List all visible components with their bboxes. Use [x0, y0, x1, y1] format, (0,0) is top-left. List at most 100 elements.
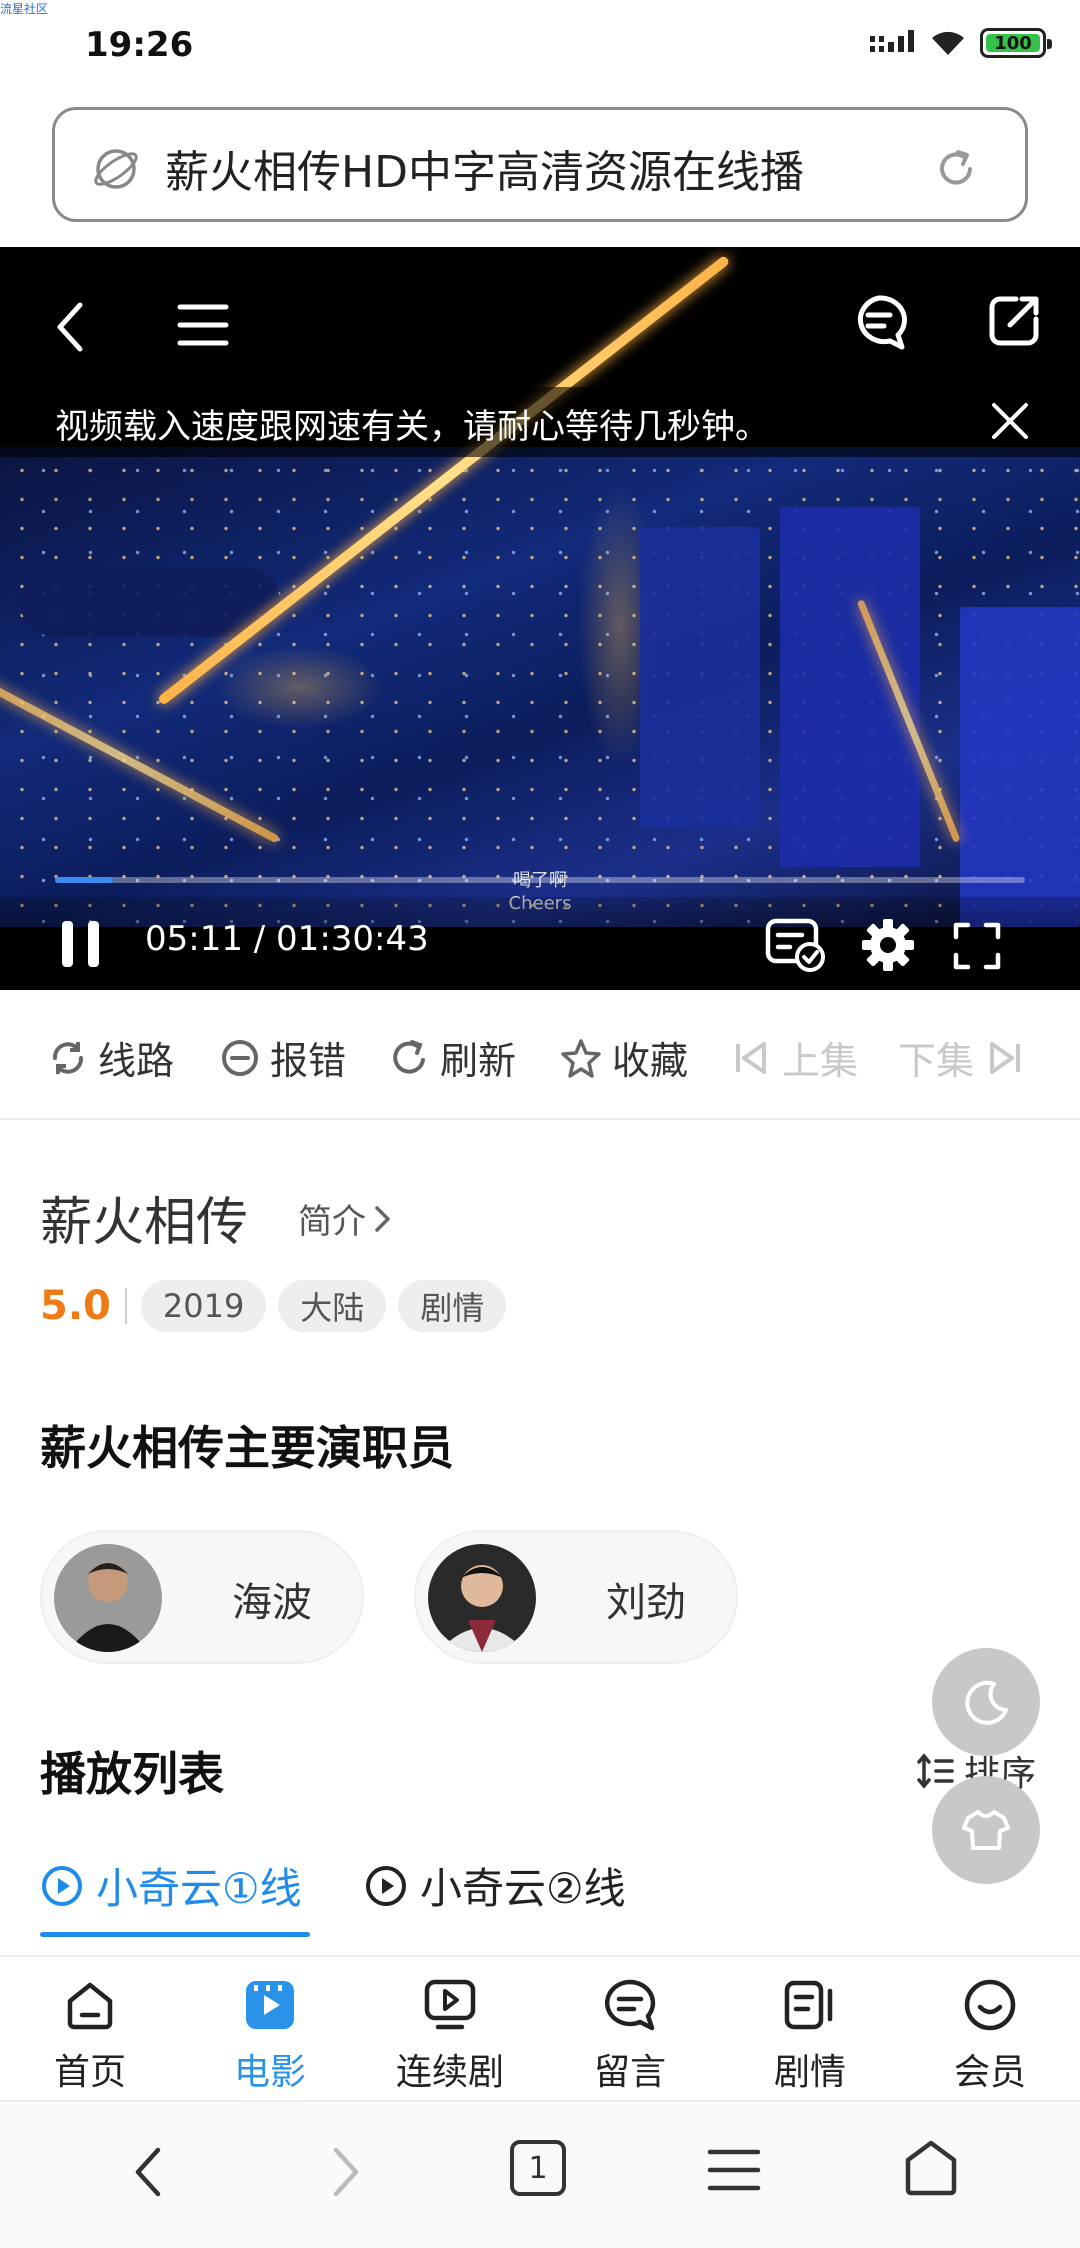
nav-plot[interactable]: 剧情	[735, 1977, 885, 2095]
video-frame[interactable]	[0, 254, 1080, 927]
intro-link[interactable]: 简介	[298, 1194, 394, 1243]
browser-forward-icon[interactable]	[326, 2142, 366, 2202]
playlist-heading: 播放列表	[40, 1747, 224, 1801]
pause-icon[interactable]	[58, 917, 104, 971]
refresh-button[interactable]: 刷新	[390, 1030, 516, 1085]
actor-card[interactable]: 刘劲	[414, 1530, 738, 1664]
route-button[interactable]: 线路	[48, 1030, 174, 1085]
movie-title: 薪火相传	[40, 1193, 249, 1253]
actor-name: 刘劲	[606, 1580, 686, 1626]
play-time: 05:11 / 01:30:43	[145, 919, 429, 959]
route-icon	[53, 1041, 83, 1074]
message-icon	[604, 1979, 656, 2031]
source-tab[interactable]: 小奇云①线	[40, 1855, 302, 1916]
intro-label: 简介	[298, 1202, 366, 1242]
tag-genre[interactable]: 剧情	[398, 1280, 507, 1332]
browser-back-icon[interactable]	[128, 2142, 168, 2202]
nav-member[interactable]: 会员	[915, 1977, 1065, 2095]
subtitle-settings-icon[interactable]	[764, 917, 826, 973]
status-icons: 100	[870, 28, 1052, 58]
address-bar[interactable]: 薪火相传HD中字高清资源在线播	[52, 107, 1028, 222]
battery-icon: 100	[980, 28, 1052, 58]
plot-icon	[784, 1980, 833, 2030]
shirt-icon	[962, 1810, 1010, 1850]
nav-label: 电影	[233, 2052, 306, 2093]
nav-label: 剧情	[773, 2052, 846, 2093]
fullscreen-icon[interactable]	[952, 921, 1002, 971]
moon-icon	[965, 1680, 1008, 1725]
chevron-right-icon	[375, 1205, 390, 1232]
battery-level: 100	[994, 32, 1032, 54]
comment-icon[interactable]	[850, 293, 908, 351]
browser-menu-icon[interactable]	[706, 2146, 762, 2194]
play-circle-icon	[42, 1865, 82, 1906]
player-actions: 线路 报错 刷新 收藏 上集 下集	[0, 990, 1080, 1120]
tabs-button[interactable]: 1	[510, 2140, 566, 2196]
tab-count: 1	[528, 2150, 548, 2186]
back-icon[interactable]	[50, 297, 90, 357]
player-top-bar	[0, 247, 1080, 387]
nav-home[interactable]: 首页	[15, 1977, 165, 2095]
star-icon	[561, 1038, 601, 1078]
actor-card[interactable]: 海波	[40, 1530, 364, 1664]
actor-avatar	[54, 1544, 162, 1652]
source-tab[interactable]: 小奇云②线	[364, 1855, 626, 1916]
movie-title-row: 薪火相传 简介	[40, 1180, 390, 1255]
address-text[interactable]: 薪火相传HD中字高清资源在线播	[165, 136, 915, 200]
next-episode-button[interactable]: 下集	[898, 1030, 1024, 1085]
movie-icon	[246, 1981, 294, 2029]
home-icon	[67, 1982, 113, 2030]
nav-label: 会员	[953, 2052, 1026, 2093]
cast-heading: 薪火相传主要演职员	[40, 1421, 454, 1475]
nav-label: 首页	[53, 2052, 126, 2093]
movie-meta: 5.0 2019 大陆 剧情	[40, 1280, 518, 1332]
source-label: 小奇云②线	[420, 1864, 626, 1913]
browser-nav-bar: 1	[0, 2100, 1080, 2248]
report-icon	[222, 1039, 258, 1076]
app-bottom-nav: 首页 电影 连续剧 留言 剧情 会员	[0, 1955, 1080, 2100]
actor-name: 海波	[232, 1580, 312, 1626]
source-label: 小奇云①线	[96, 1864, 302, 1913]
refresh-icon	[393, 1039, 425, 1074]
status-bar: 流星社区 19:26 100	[0, 0, 1080, 95]
share-icon[interactable]	[986, 293, 1042, 349]
loading-notice: 视频载入速度跟网速有关，请耐心等待几秒钟。	[0, 387, 1080, 457]
nav-movie[interactable]: 电影	[195, 1977, 345, 2095]
nav-label: 连续剧	[395, 2052, 504, 2093]
refresh-label: 刷新	[440, 1039, 517, 1083]
screen: { "status_bar": {"watermark": "流星社区", "t…	[0, 0, 1080, 2248]
report-label: 报错	[270, 1039, 347, 1083]
close-icon[interactable]	[990, 401, 1030, 441]
status-time: 19:26	[85, 25, 194, 65]
reload-icon[interactable]	[933, 146, 979, 192]
theme-button[interactable]	[932, 1776, 1040, 1884]
report-button[interactable]: 报错	[220, 1030, 346, 1085]
player-controls: 05:11 / 01:30:43	[0, 897, 1080, 990]
settings-gear-icon[interactable]	[860, 917, 916, 973]
browser-home-icon[interactable]	[902, 2138, 960, 2198]
actor-avatar	[428, 1544, 536, 1652]
tag-year[interactable]: 2019	[140, 1280, 267, 1332]
play-circle-icon	[366, 1865, 406, 1906]
source-tab-indicator	[40, 1932, 310, 1937]
progress-bar[interactable]	[55, 877, 1025, 883]
route-label: 线路	[98, 1039, 175, 1083]
night-mode-button[interactable]	[932, 1648, 1040, 1756]
video-player[interactable]: 视频载入速度跟网速有关，请耐心等待几秒钟。 喝了啊 Cheers 05:11 /…	[0, 247, 1080, 990]
collect-label: 收藏	[612, 1039, 689, 1083]
tv-series-icon	[424, 1979, 476, 2030]
nav-series[interactable]: 连续剧	[375, 1977, 525, 2095]
nav-label: 留言	[593, 2052, 666, 2093]
progress-played	[55, 877, 114, 883]
tag-region[interactable]: 大陆	[278, 1280, 387, 1332]
prev-episode-button[interactable]: 上集	[732, 1030, 858, 1085]
wifi-icon	[932, 31, 964, 55]
next-label: 下集	[898, 1039, 975, 1083]
signal-icon	[870, 30, 914, 52]
prev-label: 上集	[782, 1039, 859, 1083]
menu-icon[interactable]	[176, 301, 230, 349]
watermark: 流星社区	[0, 2, 49, 16]
next-icon	[990, 1041, 1021, 1074]
nav-message[interactable]: 留言	[555, 1977, 705, 2095]
collect-button[interactable]: 收藏	[560, 1030, 688, 1085]
